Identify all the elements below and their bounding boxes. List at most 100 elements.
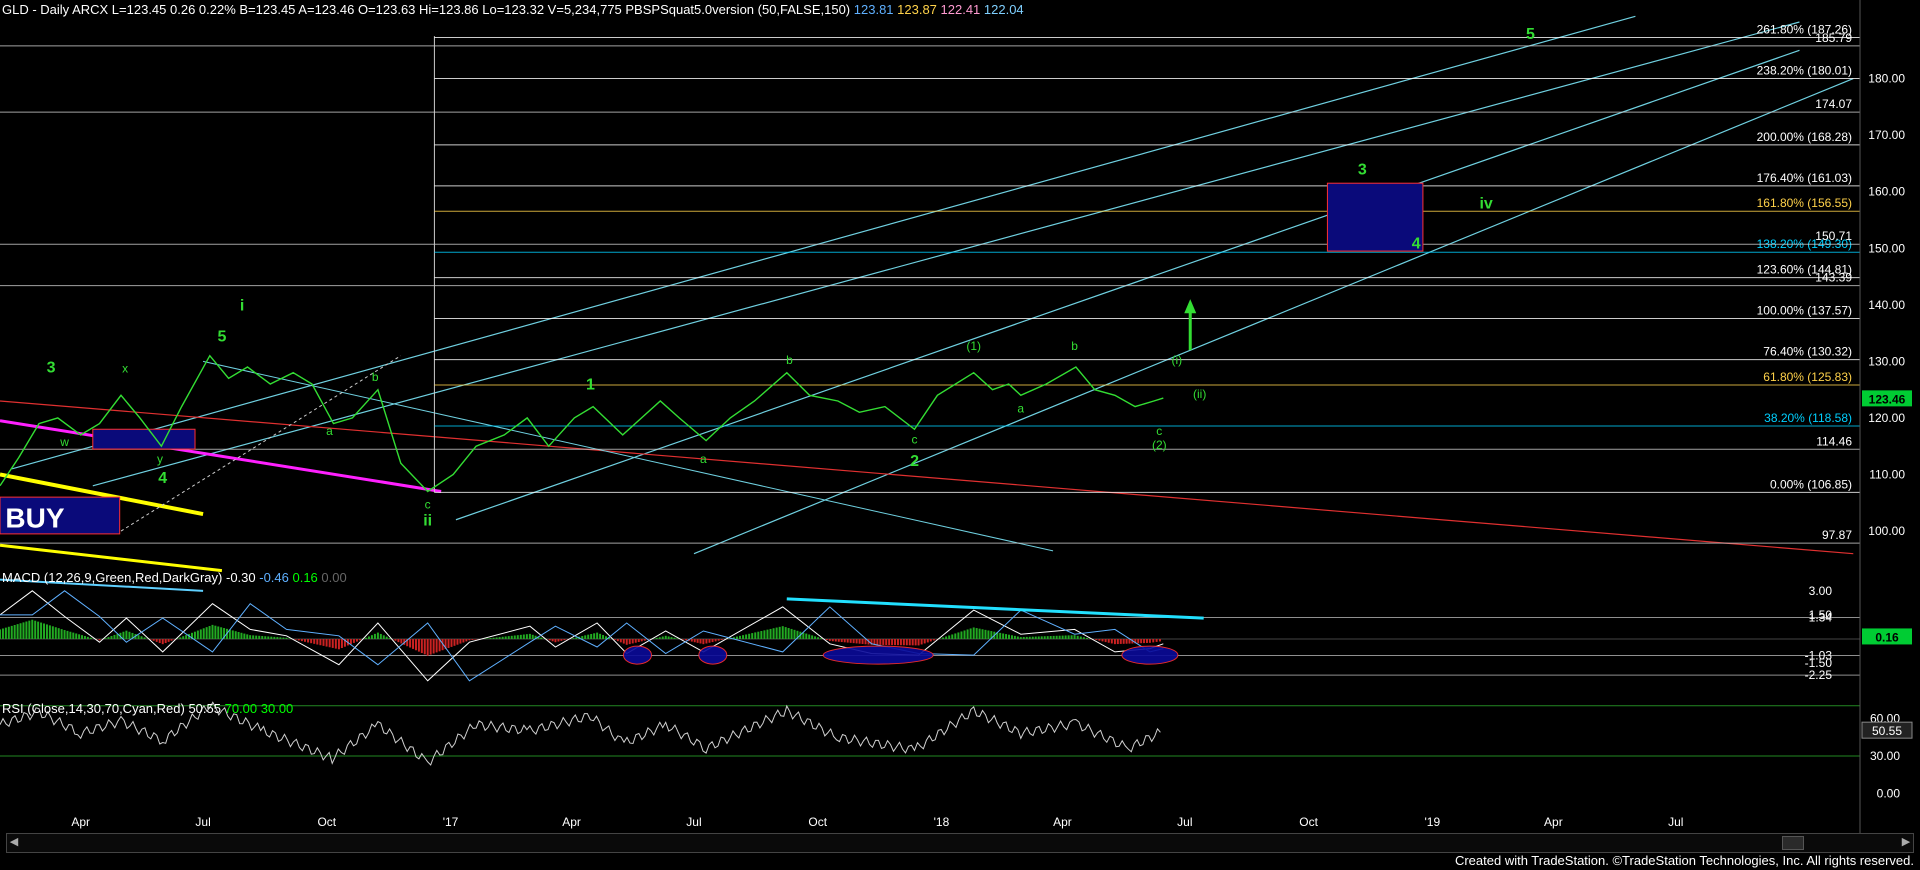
trend-line [0, 400, 1854, 555]
x-tick-label: Jul [686, 815, 701, 829]
price-tick-label: 130.00 [1868, 354, 1905, 368]
wave-label: (1) [966, 339, 981, 353]
price-tick-label: 100.00 [1868, 524, 1905, 538]
price-tick-label: 110.00 [1869, 468, 1905, 482]
header-value: 122.04 [980, 2, 1024, 17]
rsi-last-label: 50.55 [1872, 724, 1902, 738]
x-tick-label: '19 [1425, 815, 1441, 829]
fib-label: 200.00% (168.28) [1757, 130, 1852, 144]
wave-label: 5 [217, 329, 226, 346]
wave-label: (2) [1152, 438, 1167, 452]
wave-label: b [786, 353, 793, 367]
target-box [1326, 182, 1424, 252]
macd-value: -0.30 [225, 570, 256, 585]
gld-daily-chart: 0.00% (106.85) 38.20% (118.58) 61.80% (125… [0, 0, 1913, 833]
wave-label: ii [423, 512, 432, 529]
target-box [92, 428, 196, 450]
header-value: 123.81 [853, 2, 894, 17]
footer-credit: Created with TradeStation. ©TradeStation… [1454, 853, 1914, 868]
macd-tick-label: 1.34 [1809, 610, 1833, 624]
macd-divergence-line [786, 597, 1204, 620]
macd-value: 0.00 [317, 570, 347, 585]
price-tick-label: 140.00 [1868, 298, 1905, 312]
buy-label: BUY [5, 503, 64, 534]
x-tick-label: Apr [1053, 815, 1072, 829]
fib-label: 61.80% (125.83) [1763, 370, 1852, 384]
x-tick-label: Oct [808, 815, 827, 829]
wave-label: y [157, 452, 163, 466]
macd-value: 0.16 [288, 570, 318, 585]
rsi-value: 70.00 [220, 701, 258, 716]
x-tick-label: '18 [934, 815, 950, 829]
price-tick-label: 180.00 [1868, 72, 1905, 86]
wave-label: (ii) [1193, 387, 1206, 401]
fib-label: 38.20% (118.58) [1764, 411, 1852, 425]
price-tick-label: 160.00 [1868, 185, 1905, 199]
scroll-left-icon[interactable]: ◀ [7, 834, 21, 850]
rsi-value: 50.55 [188, 701, 221, 716]
x-tick-label: Oct [1299, 815, 1318, 829]
macd-tick-label: -2.25 [1805, 668, 1833, 682]
wave-label: (i) [1171, 353, 1182, 367]
rsi-header: RSI (Close,14,30,70,Cyan,Red) 50.55 70.0… [2, 701, 293, 716]
level-label: 114.46 [1816, 434, 1852, 448]
wave-label: x [122, 362, 128, 376]
wave-label: 4 [158, 470, 167, 487]
header-value: 123.87 [893, 2, 937, 17]
level-label: 150.71 [1815, 229, 1852, 243]
trend-line [92, 21, 1800, 487]
level-label: 174.07 [1815, 97, 1852, 111]
last-price-label: 123.46 [1869, 392, 1906, 406]
wave-label: i [240, 297, 244, 314]
header-price-info: GLD - Daily ARCX L=123.45 0.26 0.22% B=1… [2, 2, 851, 17]
rsi-value: 30.00 [257, 701, 294, 716]
scroll-right-icon[interactable]: ▶ [1899, 834, 1913, 850]
wave-label: 5 [1526, 26, 1535, 43]
wave-label: b [372, 370, 379, 384]
macd-last-label: 0.16 [1875, 630, 1899, 644]
x-tick-label: Oct [317, 815, 336, 829]
wave-label: 3 [47, 360, 56, 377]
wave-label: a [326, 424, 333, 438]
x-tick-label: Jul [1177, 815, 1192, 829]
horizontal-scrollbar[interactable]: ◀ ▶ [6, 833, 1914, 853]
macd-highlight-ellipse [622, 645, 652, 665]
macd-value: -0.46 [255, 570, 289, 585]
level-label: 143.39 [1815, 271, 1852, 285]
wave-label: w [59, 435, 69, 449]
fib-label: 161.80% (156.55) [1757, 196, 1852, 210]
macd-tick-label: 3.00 [1809, 584, 1833, 598]
x-tick-label: Apr [71, 815, 90, 829]
wave-label: b [1071, 339, 1078, 353]
wave-label: 4 [1412, 235, 1421, 252]
x-tick-label: Jul [195, 815, 210, 829]
header-value: 122.41 [936, 2, 981, 17]
wave-label: c [912, 432, 918, 446]
price-tick-label: 120.00 [1868, 411, 1905, 425]
wave-label: a [700, 452, 707, 466]
fib-label: 176.40% (161.03) [1757, 171, 1852, 185]
wave-label: 1 [586, 377, 595, 394]
rsi-tick-label: 0.00 [1877, 787, 1901, 801]
chart-header: GLD - Daily ARCX L=123.45 0.26 0.22% B=1… [2, 2, 1024, 17]
fib-label: 0.00% (106.85) [1770, 477, 1852, 491]
price-tick-label: 170.00 [1868, 128, 1905, 142]
macd-highlight-ellipse [698, 645, 728, 665]
scroll-thumb[interactable] [1782, 836, 1804, 850]
wave-label: iv [1479, 196, 1492, 213]
level-label: 97.87 [1822, 528, 1852, 542]
price-tick-label: 150.00 [1868, 241, 1905, 255]
trend-line [693, 78, 1854, 555]
x-tick-label: Jul [1668, 815, 1683, 829]
macd-highlight-ellipse [822, 645, 934, 665]
fib-label: 76.40% (130.32) [1763, 345, 1852, 359]
rsi-title: RSI (Close,14,30,70,Cyan,Red) [2, 701, 185, 716]
wave-label: a [1017, 401, 1024, 415]
trend-line [0, 543, 223, 573]
wave-label: 3 [1358, 162, 1367, 179]
x-tick-label: Apr [1544, 815, 1563, 829]
level-label: 185.79 [1815, 31, 1852, 45]
rsi-tick-label: 30.00 [1870, 749, 1900, 763]
trend-line [202, 360, 1054, 552]
macd-header: MACD (12,26,9,Green,Red,DarkGray) -0.30 … [2, 570, 347, 585]
